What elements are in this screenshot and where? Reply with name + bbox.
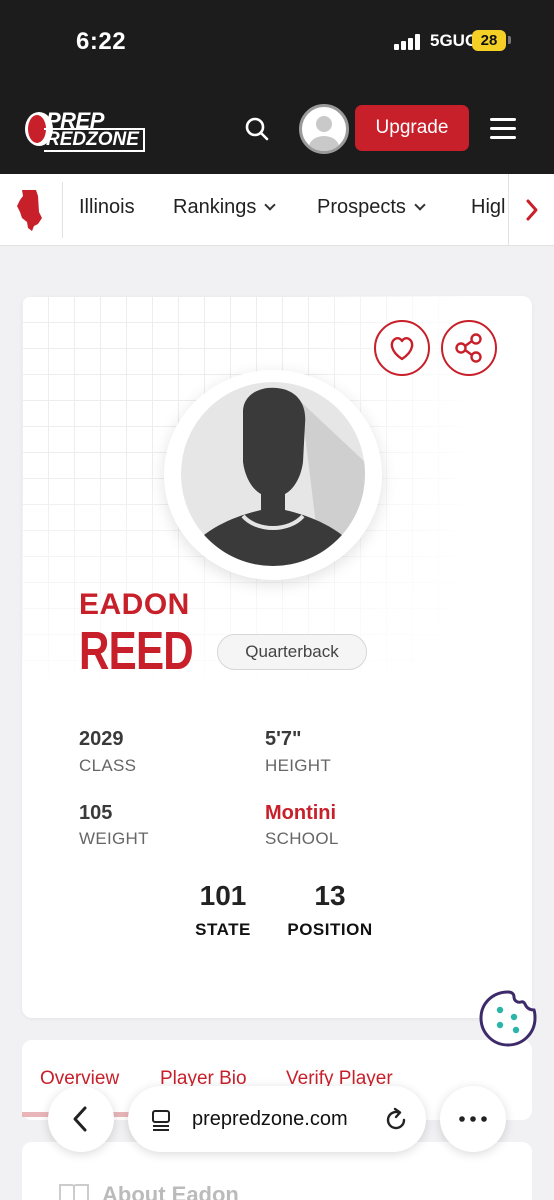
chevron-right-icon (526, 199, 538, 221)
subnav-item-rankings[interactable]: Rankings (173, 196, 277, 219)
player-first-name: EADON (79, 588, 190, 621)
signal-icon (394, 34, 424, 50)
address-url: prepredzone.com (192, 1108, 348, 1130)
upgrade-button[interactable]: Upgrade (355, 105, 469, 151)
site-header: PREP REDZONE Upgrade (0, 90, 554, 174)
about-title: About Eadon (102, 1182, 239, 1200)
cookie-settings-button[interactable] (478, 988, 538, 1048)
search-icon (245, 117, 269, 141)
share-button[interactable] (441, 320, 497, 376)
chevron-down-icon (264, 199, 277, 211)
prep-redzone-logo[interactable]: PREP REDZONE (22, 106, 150, 152)
illinois-state-icon (17, 190, 42, 231)
status-bar: 6:22 5GUC 28 (0, 0, 554, 90)
cookie-icon (479, 990, 537, 1047)
player-last-name: REED (79, 621, 194, 681)
search-button[interactable] (240, 112, 274, 146)
player-profile-card: EADON REED Quarterback 2029 CLASS 5'7" H… (22, 296, 532, 1018)
class-label: CLASS (79, 756, 137, 775)
position-badge: Quarterback (217, 634, 367, 670)
user-avatar-icon (309, 116, 339, 151)
subnav-item-label: Illinois (79, 196, 135, 218)
player-silhouette-icon (187, 387, 365, 566)
share-icon (455, 333, 482, 363)
state-rank-label: STATE (195, 920, 251, 939)
height-label: HEIGHT (265, 756, 332, 775)
browser-back-button[interactable] (48, 1086, 114, 1152)
logo-text-bottom: REDZONE (44, 128, 145, 152)
network-label: 5GUC (430, 31, 478, 50)
weight-label: WEIGHT (79, 829, 149, 848)
book-icon (59, 1184, 89, 1200)
school-label: SCHOOL (265, 829, 339, 848)
reload-icon[interactable] (382, 1106, 410, 1134)
chevron-left-icon (73, 1106, 87, 1132)
subnav-item-highlights[interactable]: Higl (471, 196, 505, 219)
battery-tip (508, 36, 511, 44)
more-dots-icon (459, 1116, 487, 1122)
subnav-scroll-right-button[interactable] (508, 174, 554, 245)
subnav-item-label: Prospects (317, 196, 406, 218)
subnav-item-label: Rankings (173, 196, 257, 218)
subnav-item-illinois[interactable]: Illinois (79, 196, 135, 219)
chevron-down-icon (414, 199, 426, 211)
heart-icon (390, 336, 414, 361)
page-menu-icon (152, 1110, 170, 1131)
state-rank-value: 101 (199, 880, 247, 911)
favorite-button[interactable] (374, 320, 430, 376)
class-value: 2029 (79, 728, 124, 750)
hamburger-menu-button[interactable] (488, 114, 518, 144)
status-time: 6:22 (76, 28, 127, 55)
address-bar[interactable]: prepredzone.com (128, 1086, 426, 1152)
subnav-item-label: Higl (471, 196, 506, 218)
player-photo-frame (164, 370, 382, 580)
browser-toolbar: prepredzone.com (0, 1082, 554, 1156)
browser-more-button[interactable] (440, 1086, 506, 1152)
subnav-item-prospects[interactable]: Prospects (317, 196, 426, 219)
weight-value: 105 (79, 802, 113, 824)
school-link[interactable]: Montini (265, 802, 336, 825)
battery-icon: 28 (472, 30, 506, 51)
player-photo (181, 382, 365, 566)
height-value: 5'7" (265, 728, 302, 750)
position-rank-value: 13 (314, 880, 346, 911)
user-avatar-button[interactable] (299, 104, 349, 154)
position-rank-label: POSITION (287, 920, 373, 939)
subnav-divider (62, 182, 63, 238)
sub-navigation: Illinois Rankings Prospects Higl (0, 174, 554, 246)
